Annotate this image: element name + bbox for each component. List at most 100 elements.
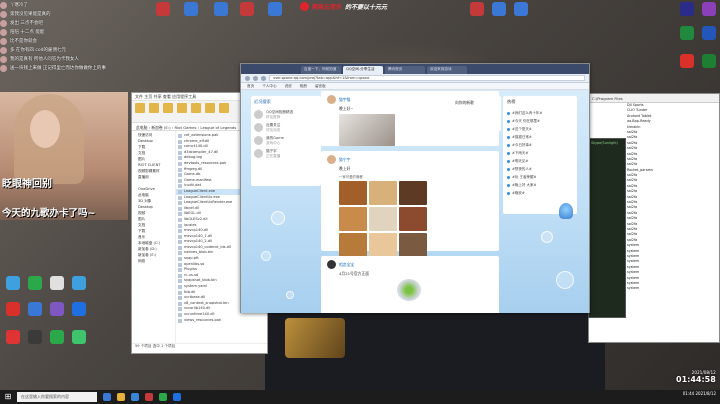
ribbon-properties-icon[interactable] xyxy=(219,103,229,113)
command-window-title[interactable]: C:\Program Files xyxy=(589,94,719,103)
bookmark-link[interactable]: 留言板 xyxy=(315,84,326,88)
avatar[interactable] xyxy=(254,136,263,145)
desktop-shortcut[interactable] xyxy=(698,54,720,68)
music-card[interactable]: 向你的新歌 xyxy=(451,96,501,131)
browser-tab[interactable]: 腾讯首页 xyxy=(385,66,425,74)
browser-tab[interactable]: QQ空间-分享生活 xyxy=(343,66,383,74)
desktop-shortcut[interactable] xyxy=(264,2,286,16)
desktop-shortcut[interactable] xyxy=(46,330,68,344)
avatar[interactable] xyxy=(327,95,336,104)
recent-item-name[interactable]: QQ空间相册精选 xyxy=(266,110,293,115)
ribbon-move-icon[interactable] xyxy=(177,103,187,113)
bookmark-link[interactable]: 首页 xyxy=(247,84,254,88)
bookmark-link[interactable]: 说说 xyxy=(285,84,292,88)
app-icon[interactable] xyxy=(6,330,20,344)
rocket-mascot-icon[interactable] xyxy=(559,203,573,219)
nav-item[interactable]: 网络 xyxy=(132,259,175,265)
desktop-shortcut[interactable] xyxy=(24,276,46,290)
trending-label[interactable]: #熬夜的人# xyxy=(512,167,532,172)
trending-label[interactable]: #明天见# xyxy=(512,159,528,164)
product-photo[interactable] xyxy=(397,279,421,301)
food-photo[interactable] xyxy=(339,233,367,257)
desktop-shortcut[interactable] xyxy=(24,330,46,344)
app-icon[interactable] xyxy=(184,2,198,16)
trending-label[interactable]: #晚安# xyxy=(512,191,525,196)
trending-item[interactable]: #这个夏天# xyxy=(507,125,573,133)
app-icon[interactable] xyxy=(492,2,506,16)
post-author[interactable]: 猫宇猫 xyxy=(339,97,350,103)
netease-music-icon[interactable] xyxy=(145,393,153,401)
ribbon-copy-icon[interactable] xyxy=(149,103,159,113)
app-icon[interactable] xyxy=(28,276,42,290)
trending-label[interactable]: #下雨天# xyxy=(512,151,528,156)
trending-item[interactable]: #玩 王者荣耀# xyxy=(507,173,573,181)
app-icon[interactable] xyxy=(702,2,716,16)
app-icon[interactable] xyxy=(680,26,694,40)
trending-item[interactable]: #熬夜的人# xyxy=(507,165,573,173)
taskview-icon[interactable] xyxy=(103,393,111,401)
desktop-shortcut[interactable] xyxy=(676,54,698,68)
desktop-shortcut[interactable] xyxy=(180,2,202,16)
avatar[interactable] xyxy=(254,149,263,158)
trending-item[interactable]: #今日好事# xyxy=(507,141,573,149)
desktop-shortcut[interactable] xyxy=(698,2,720,16)
qq-icon[interactable] xyxy=(173,393,181,401)
refresh-icon[interactable] xyxy=(261,75,266,81)
food-photo[interactable] xyxy=(339,181,367,205)
app-icon[interactable] xyxy=(268,2,282,16)
desktop-shortcut[interactable] xyxy=(68,276,90,290)
ribbon-paste-icon[interactable] xyxy=(163,103,173,113)
post-author[interactable]: 相恋宝宝 xyxy=(339,262,354,268)
trending-label[interactable]: #晚上好 大家# xyxy=(512,183,536,188)
desktop-shortcut[interactable] xyxy=(236,2,258,16)
trending-label[interactable]: #玩 王者荣耀# xyxy=(512,175,536,180)
trending-item[interactable]: #今天 你在哪里# xyxy=(507,117,573,125)
ribbon-newfolder-icon[interactable] xyxy=(205,103,215,113)
food-photo[interactable] xyxy=(399,233,427,257)
recent-item-name[interactable]: 近期关注 xyxy=(266,123,280,128)
trending-label[interactable]: #今天 你在哪里# xyxy=(512,119,540,124)
cat-photo[interactable] xyxy=(339,114,395,146)
trending-item[interactable]: #猫猫日常# xyxy=(507,133,573,141)
trending-label[interactable]: #我们这么有十年# xyxy=(512,111,542,116)
app-icon[interactable] xyxy=(28,302,42,316)
windows-start-icon[interactable]: ⊞ xyxy=(2,392,14,402)
trending-label[interactable]: #今日好事# xyxy=(512,143,532,148)
app-icon[interactable] xyxy=(50,276,64,290)
recent-item[interactable]: 猫宁宇 正在直播 xyxy=(254,147,318,160)
url-bar[interactable]: user.qzone.qq.com/proj?tab=app&hf=1&from… xyxy=(269,75,585,81)
ribbon-pin-icon[interactable] xyxy=(135,103,145,113)
app-icon[interactable] xyxy=(6,276,20,290)
app-icon[interactable] xyxy=(72,276,86,290)
avatar[interactable] xyxy=(254,110,263,119)
recent-item[interactable]: 近期关注 好友动态 xyxy=(254,121,318,134)
avatar[interactable] xyxy=(327,155,336,164)
app-icon[interactable] xyxy=(28,330,42,344)
app-icon[interactable] xyxy=(702,26,716,40)
folder-icon[interactable] xyxy=(117,393,125,401)
app-icon[interactable] xyxy=(50,302,64,316)
edge-icon[interactable] xyxy=(131,393,139,401)
desktop-shortcut[interactable] xyxy=(698,26,720,40)
food-photo[interactable] xyxy=(369,207,397,231)
desktop-shortcut[interactable] xyxy=(2,330,24,344)
app-icon[interactable] xyxy=(72,330,86,344)
app-icon[interactable] xyxy=(6,302,20,316)
file-row[interactable]: views_resources.pak xyxy=(176,318,267,324)
system-tray-clock[interactable]: 01:44 2021/8/12 xyxy=(683,391,716,396)
avatar[interactable] xyxy=(327,260,336,269)
browser-tab[interactable]: 百度一下，你就知道 xyxy=(301,66,341,74)
recent-item[interactable]: QQ空间相册精选 好友推荐 xyxy=(254,108,318,121)
trending-item[interactable]: #明天见# xyxy=(507,157,573,165)
desktop-shortcut[interactable] xyxy=(46,302,68,316)
browser-tab[interactable]: 欢迎来到游戏 xyxy=(427,66,467,74)
avatar[interactable] xyxy=(254,123,263,132)
trending-item[interactable]: #晚上好 大家# xyxy=(507,181,573,189)
app-icon[interactable] xyxy=(680,54,694,68)
recent-item-name[interactable]: 我的Game xyxy=(266,136,284,141)
desktop-shortcut[interactable] xyxy=(68,302,90,316)
desktop-shortcut[interactable] xyxy=(2,302,24,316)
app-icon[interactable] xyxy=(72,302,86,316)
trending-item[interactable]: #晚安# xyxy=(507,189,573,197)
app-icon[interactable] xyxy=(156,2,170,16)
